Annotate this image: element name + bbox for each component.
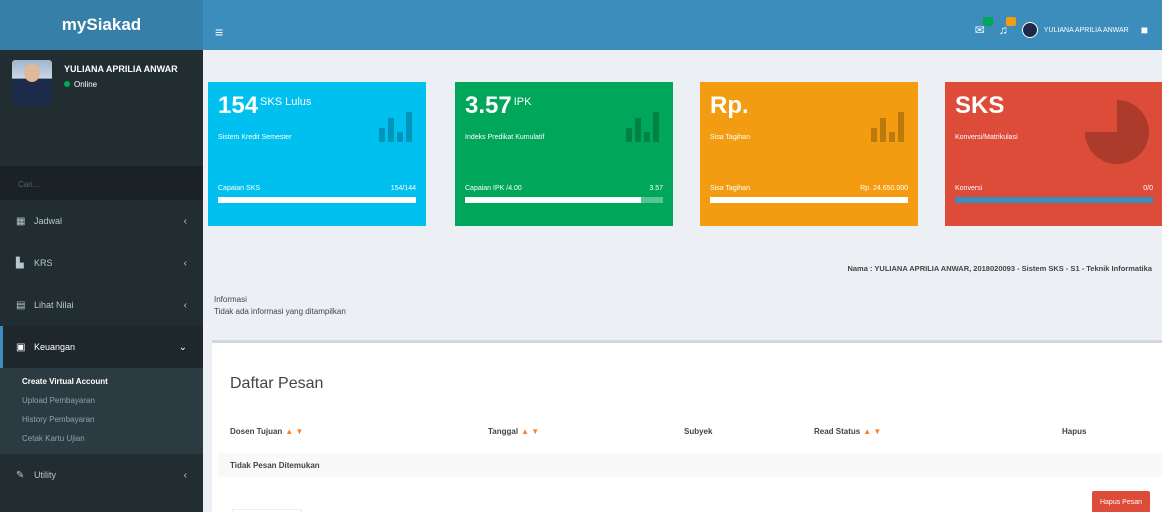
progress-bar: [955, 197, 1153, 203]
chevron-down-icon: ⌄: [178, 341, 187, 353]
app-brand[interactable]: mySiakad: [0, 0, 203, 50]
sort-icon: ▲ ▼: [285, 427, 304, 436]
konversi-box: SKS Konversi/Matrikulasi Konversi 0/0: [945, 82, 1162, 226]
sidebar-item-utility[interactable]: ✎ Utility ‹: [0, 454, 203, 496]
col-subyek[interactable]: Subyek: [684, 427, 712, 436]
sidebar-item-lihat-nilai[interactable]: ▤ Lihat Nilai ‹: [0, 284, 203, 326]
avatar: [1021, 22, 1038, 38]
sisa-tagihan-box: Rp. Sisa Tagihan Sisa Tagihan Rp. 24.650.…: [700, 82, 918, 226]
money-icon: ▣: [16, 341, 26, 353]
sort-icon: ▲ ▼: [521, 427, 540, 436]
table-icon: ▤: [16, 299, 26, 311]
bar-chart-icon: [868, 112, 904, 142]
sidebar-search[interactable]: Cari...: [0, 166, 203, 200]
col-hapus: Hapus: [1062, 427, 1087, 436]
sort-icon: ▲ ▼: [863, 427, 882, 436]
calendar-icon: ▦: [16, 215, 26, 227]
wrench-icon: ✎: [16, 469, 25, 481]
envelope-icon[interactable]: ✉: [975, 17, 993, 37]
hapus-pesan-button[interactable]: Hapus Pesan: [1092, 491, 1150, 512]
col-dosen-tujuan[interactable]: Dosen Tujuan ▲ ▼: [230, 427, 303, 436]
sidebar-item-keuangan[interactable]: ▣ Keuangan ⌄: [0, 326, 203, 368]
progress-bar: [218, 197, 416, 203]
bar-chart-icon: [623, 112, 659, 142]
chevron-left-icon: ‹: [183, 257, 187, 269]
pie-chart-icon: [1085, 100, 1149, 164]
table-row-empty: Tidak Pesan Ditemukan: [218, 453, 1162, 477]
bar-chart-icon: [376, 112, 412, 142]
sidebar-item-jadwal[interactable]: ▦ Jadwal ‹: [0, 200, 203, 242]
ipk-box: 3.57 IPK Indeks Predikat Kumulatif Capaia…: [455, 82, 673, 226]
file-icon: ▙: [16, 257, 24, 269]
bell-icon[interactable]: ♫: [999, 17, 1016, 37]
progress-bar: [465, 197, 663, 203]
keuangan-submenu: Create Virtual Account Upload Pembayaran…: [0, 368, 203, 454]
user-panel: YULIANA APRILIA ANWAR Online: [0, 50, 203, 138]
panel-title: Daftar Pesan: [230, 375, 324, 392]
student-info-line: Nama : YULIANA APRILIA ANWAR, 2018020093…: [847, 264, 1152, 273]
chevron-left-icon: ‹: [183, 215, 187, 227]
gear-icon[interactable]: ■: [1141, 23, 1148, 37]
user-status: Online: [64, 80, 178, 89]
user-menu[interactable]: YULIANA APRILIA ANWAR: [1021, 22, 1129, 38]
avatar: [12, 60, 52, 106]
daftar-pesan-panel: Daftar Pesan Dosen Tujuan ▲ ▼ Tanggal ▲ ▼ …: [212, 340, 1162, 512]
online-dot-icon: [64, 81, 70, 87]
col-read-status[interactable]: Read Status ▲ ▼: [814, 427, 881, 436]
submenu-upload-pembayaran[interactable]: Upload Pembayaran: [0, 391, 203, 410]
informasi-text: Tidak ada informasi yang ditampilkan: [214, 307, 346, 316]
chevron-left-icon: ‹: [183, 469, 187, 481]
sks-lulus-box: 154 SKS Lulus Sistem Kredit Semester Capa…: [208, 82, 426, 226]
informasi-title: Informasi: [214, 295, 247, 304]
submenu-cetak-kartu-ujian[interactable]: Cetak Kartu Ujian: [0, 429, 203, 448]
menu-toggle-icon[interactable]: ≡: [215, 24, 223, 40]
top-navbar: ≡ ✉ ♫ YULIANA APRILIA ANWAR ■: [203, 0, 1162, 50]
progress-bar: [710, 197, 908, 203]
user-name: YULIANA APRILIA ANWAR: [64, 64, 178, 74]
submenu-create-virtual-account[interactable]: Create Virtual Account: [0, 372, 203, 391]
chevron-left-icon: ‹: [183, 299, 187, 311]
sidebar-item-krs[interactable]: ▙ KRS ‹: [0, 242, 203, 284]
sidebar: YULIANA APRILIA ANWAR Online Cari... ▦ Ja…: [0, 50, 203, 512]
col-tanggal[interactable]: Tanggal ▲ ▼: [488, 427, 539, 436]
submenu-history-pembayaran[interactable]: History Pembayaran: [0, 410, 203, 429]
informasi-section: Informasi Tidak ada informasi yang ditam…: [214, 295, 346, 319]
